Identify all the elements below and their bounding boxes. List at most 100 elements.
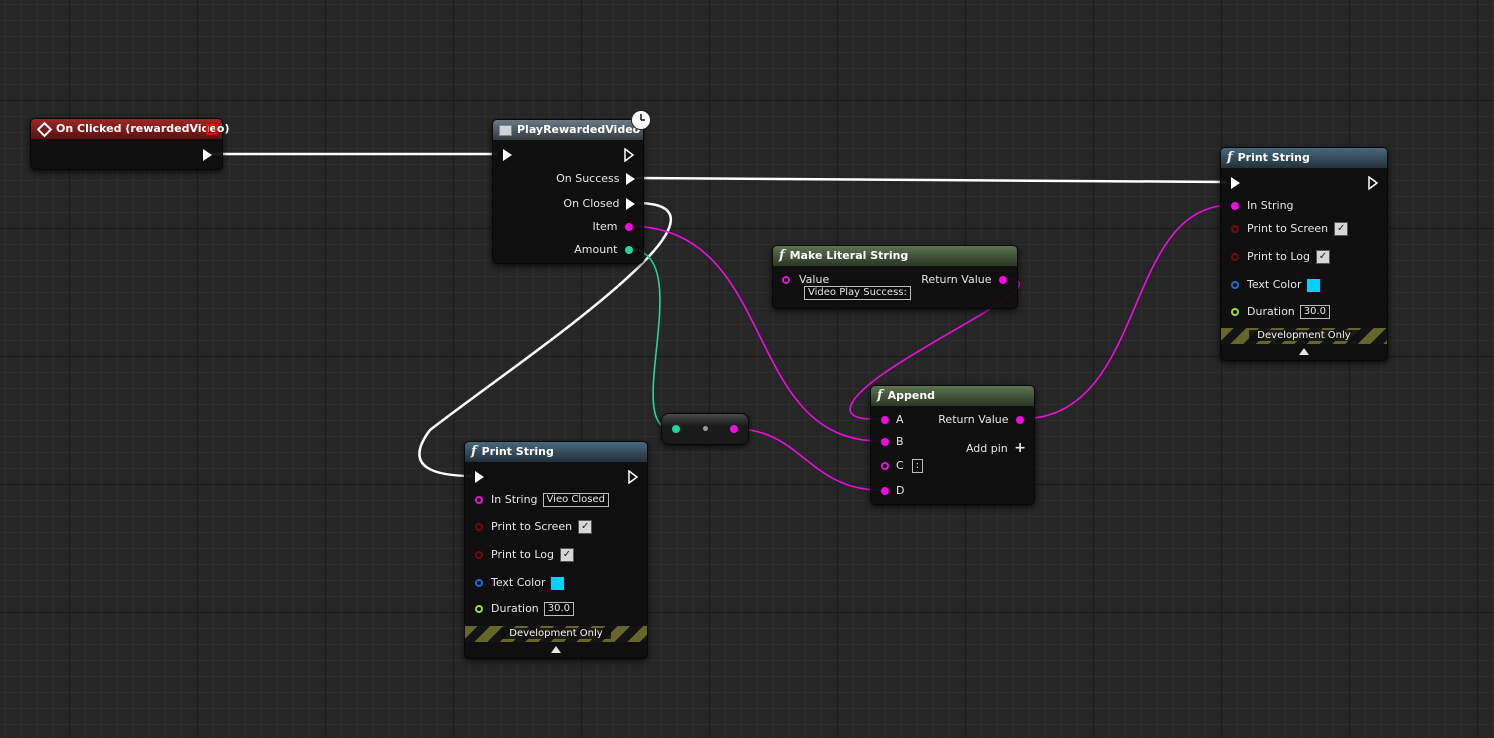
int-to-string-conversion-node[interactable] <box>661 413 749 445</box>
print-to-screen-input[interactable]: Print to Screen ✓ <box>475 520 593 534</box>
exec-out-pin[interactable] <box>624 148 635 162</box>
string-in-pin[interactable] <box>881 416 889 424</box>
pin-label: On Closed <box>563 197 620 210</box>
int-in-pin[interactable] <box>672 425 680 433</box>
checkbox-checked-icon[interactable]: ✓ <box>560 548 574 562</box>
text-color-input[interactable]: Text Color <box>1231 278 1321 292</box>
node-header: f Print String <box>465 442 647 462</box>
node-title: Append <box>887 389 936 402</box>
string-wire-conv-to-append-d[interactable] <box>735 428 881 491</box>
color-in-pin[interactable] <box>475 579 483 587</box>
pin-label: Return Value <box>938 413 1009 426</box>
duration-field[interactable]: 30.0 <box>1299 305 1331 319</box>
string-out-pin[interactable] <box>625 223 633 231</box>
float-in-pin[interactable] <box>1231 308 1239 316</box>
add-pin-button[interactable]: Add pin + <box>966 441 1026 455</box>
pin-label: In String <box>491 493 538 506</box>
in-string-input[interactable]: In String <box>1231 199 1294 213</box>
int-out-pin[interactable] <box>625 246 633 254</box>
duration-field[interactable]: 30.0 <box>543 602 575 616</box>
value-input[interactable]: Value <box>782 273 829 287</box>
play-rewarded-video-node[interactable]: PlayRewardedVideo On Success On Closed I… <box>492 110 651 264</box>
string-out-pin[interactable] <box>1016 416 1024 424</box>
append-node[interactable]: f Append A B C: D Return Value Add pin + <box>870 385 1035 505</box>
amount-output[interactable]: Amount <box>574 243 633 257</box>
conversion-dot-icon <box>703 426 708 431</box>
item-output[interactable]: Item <box>592 220 633 234</box>
return-value-output[interactable]: Return Value <box>938 413 1024 427</box>
checkbox-checked-icon[interactable]: ✓ <box>1316 250 1330 264</box>
duration-input[interactable]: Duration 30.0 <box>475 602 575 616</box>
function-icon: f <box>877 388 883 403</box>
pin-label: Return Value <box>921 273 992 286</box>
bool-in-pin[interactable] <box>475 551 483 559</box>
duration-input[interactable]: Duration 30.0 <box>1231 305 1331 319</box>
pin-label: Item <box>592 220 618 233</box>
checkbox-checked-icon[interactable]: ✓ <box>1334 222 1349 236</box>
string-in-pin[interactable] <box>782 276 790 284</box>
exec-out-pin[interactable] <box>626 198 635 210</box>
string-in-pin[interactable] <box>475 496 483 504</box>
development-only-banner: Development Only <box>465 626 647 642</box>
color-swatch[interactable] <box>551 576 565 590</box>
collapse-arrow-icon[interactable] <box>1299 348 1309 355</box>
development-only-banner: Development Only <box>1221 328 1387 344</box>
function-icon: f <box>471 444 477 459</box>
input-b[interactable]: B <box>881 435 904 449</box>
exec-wire-success-to-print[interactable] <box>635 176 1227 184</box>
exec-in-pin[interactable] <box>1231 177 1240 189</box>
in-string-field[interactable]: Vieo Closed <box>542 493 609 507</box>
pin-label: A <box>896 413 904 426</box>
pin-label: Duration <box>491 602 539 615</box>
bool-in-pin[interactable] <box>1231 253 1239 261</box>
string-in-pin[interactable] <box>881 462 889 470</box>
bool-in-pin[interactable] <box>475 523 483 531</box>
add-pin-label: Add pin <box>965 442 1008 455</box>
node-header: f Append <box>871 386 1034 406</box>
make-literal-string-node[interactable]: f Make Literal String Value Video Play Su… <box>772 245 1018 309</box>
function-icon: f <box>779 248 785 263</box>
on-success-output[interactable]: On Success <box>556 172 635 186</box>
exec-out-pin[interactable] <box>628 470 639 484</box>
print-to-log-input[interactable]: Print to Log ✓ <box>475 548 574 562</box>
string-in-pin[interactable] <box>1231 202 1239 210</box>
on-clicked-event-node[interactable]: On Clicked (rewardedVideo) <box>30 118 229 170</box>
float-in-pin[interactable] <box>475 605 483 613</box>
exec-out-pin[interactable] <box>626 173 635 185</box>
c-value-field[interactable]: : <box>911 459 924 473</box>
function-icon: f <box>1227 150 1233 165</box>
color-swatch[interactable] <box>1307 278 1321 292</box>
string-in-pin[interactable] <box>881 487 889 495</box>
in-string-input[interactable]: In String Vieo Closed <box>475 493 609 507</box>
node-header: PlayRewardedVideo <box>493 110 651 140</box>
pin-label: Text Color <box>1247 278 1302 291</box>
text-color-input[interactable]: Text Color <box>475 576 565 590</box>
return-value-output[interactable]: Return Value <box>921 273 1007 287</box>
event-diamond-icon <box>36 121 53 137</box>
exec-out-pin[interactable] <box>203 149 212 161</box>
string-wire-append-to-print[interactable] <box>1019 204 1233 420</box>
exec-in-pin[interactable] <box>503 149 512 161</box>
string-out-pin[interactable] <box>730 425 738 433</box>
checkbox-checked-icon[interactable]: ✓ <box>578 520 593 534</box>
value-text-field[interactable]: Video Play Success: <box>804 286 911 300</box>
node-header: On Clicked (rewardedVideo) <box>31 119 229 139</box>
on-closed-output[interactable]: On Closed <box>563 197 635 211</box>
string-in-pin[interactable] <box>881 438 889 446</box>
color-in-pin[interactable] <box>1231 281 1239 289</box>
int-wire-amount-to-conv[interactable] <box>627 248 673 430</box>
pin-label: Print to Log <box>1247 250 1310 263</box>
print-to-screen-input[interactable]: Print to Screen ✓ <box>1231 222 1349 236</box>
print-string-node-bottom[interactable]: f Print String In String Vieo Closed Print… <box>464 441 648 659</box>
print-string-node-top[interactable]: f Print String In String Print to Screen ✓… <box>1220 147 1388 361</box>
output-delegate-pin[interactable] <box>206 124 217 135</box>
input-c[interactable]: C: <box>881 459 924 473</box>
input-d[interactable]: D <box>881 484 904 498</box>
bool-in-pin[interactable] <box>1231 225 1239 233</box>
exec-in-pin[interactable] <box>475 471 484 483</box>
string-out-pin[interactable] <box>999 276 1007 284</box>
exec-out-pin[interactable] <box>1368 176 1379 190</box>
collapse-arrow-icon[interactable] <box>551 646 561 653</box>
print-to-log-input[interactable]: Print to Log ✓ <box>1231 250 1330 264</box>
input-a[interactable]: A <box>881 413 904 427</box>
